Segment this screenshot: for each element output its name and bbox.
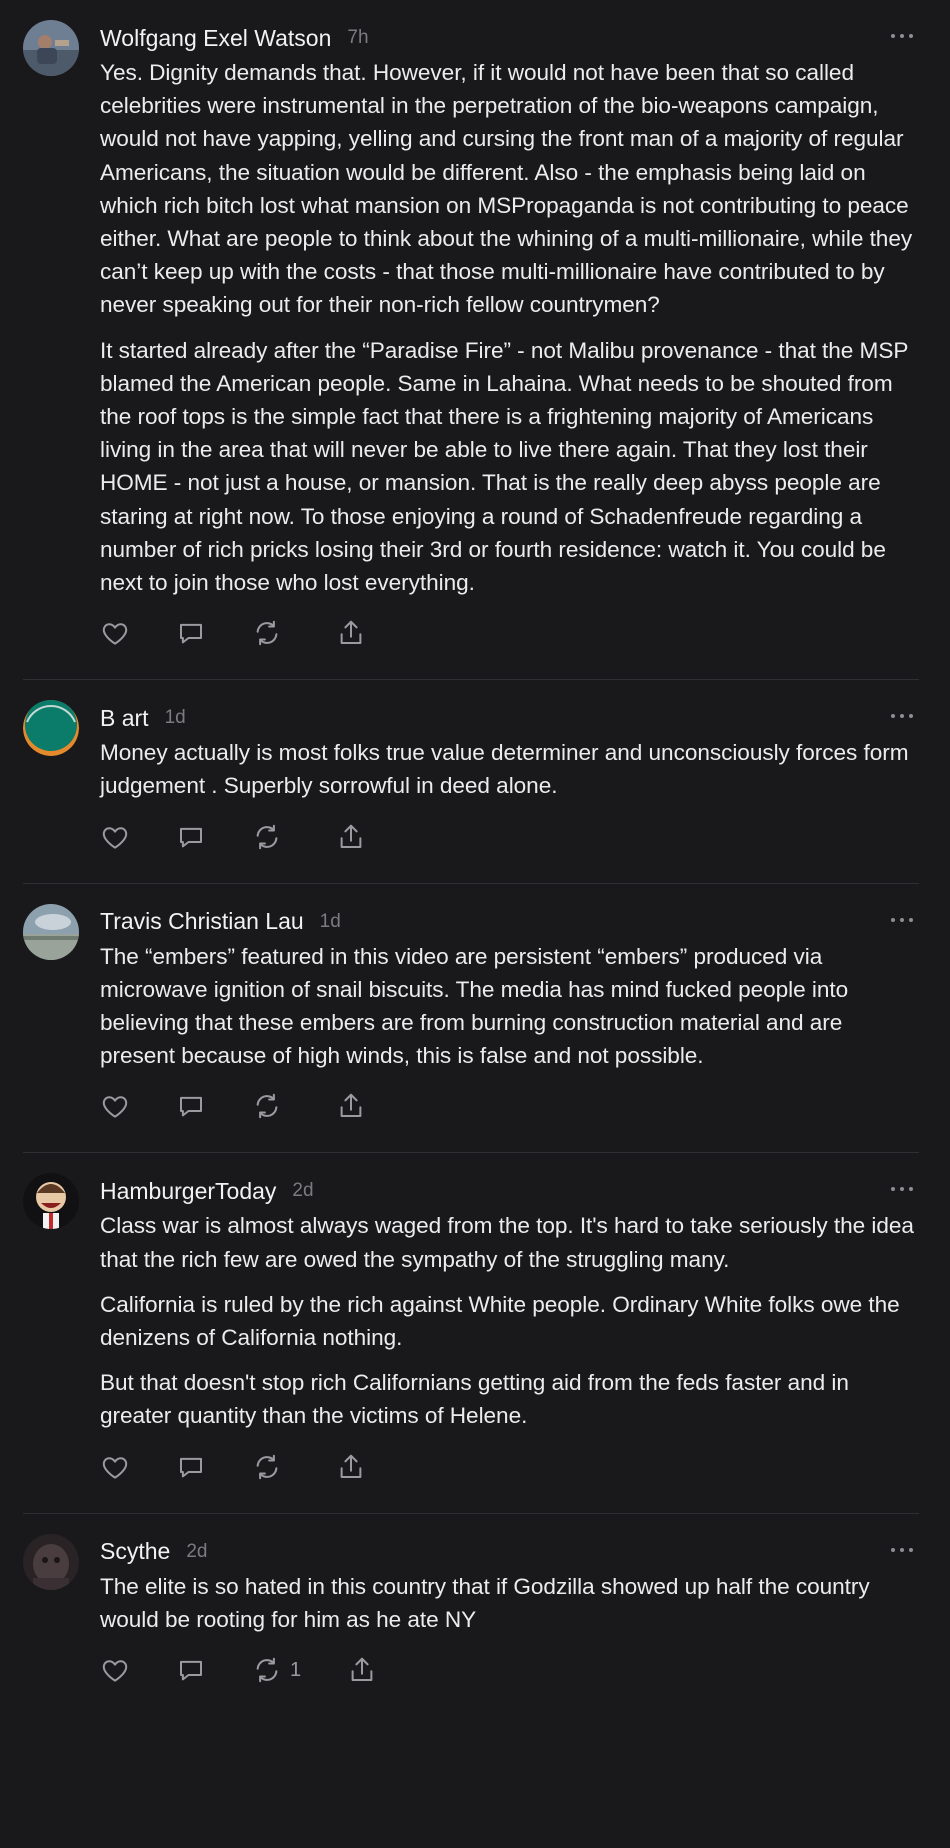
restack-count: 1 bbox=[290, 1658, 302, 1681]
restack-icon bbox=[256, 824, 278, 849]
heart-icon bbox=[102, 623, 128, 645]
reply-button[interactable] bbox=[176, 822, 206, 852]
avatar[interactable] bbox=[23, 1533, 79, 1590]
comment: Travis Christian Lau 1d The “embers” fea… bbox=[23, 884, 919, 1154]
like-button[interactable] bbox=[100, 1655, 130, 1685]
author-name[interactable]: Scythe bbox=[100, 1538, 170, 1565]
author-name[interactable]: Wolfgang Exel Watson bbox=[100, 25, 331, 52]
comment-text: Yes. Dignity demands that. However, if i… bbox=[100, 60, 913, 318]
like-button[interactable] bbox=[100, 822, 130, 852]
share-button[interactable] bbox=[336, 1091, 366, 1121]
comment-bubble-icon bbox=[180, 1097, 202, 1117]
heart-icon bbox=[102, 1456, 128, 1479]
comments-feed: Wolfgang Exel Watson 7h Yes. Dignity dem… bbox=[0, 0, 950, 1716]
avatar[interactable] bbox=[23, 700, 79, 757]
heart-icon bbox=[102, 826, 128, 849]
restack-icon bbox=[256, 1094, 278, 1119]
comment-text: It started already after the “Paradise F… bbox=[100, 337, 908, 596]
restack-button[interactable] bbox=[252, 822, 290, 852]
comment-header: HamburgerToday 2d bbox=[100, 1173, 919, 1209]
share-icon bbox=[340, 1094, 362, 1118]
comment-bubble-icon bbox=[180, 1660, 202, 1681]
comment-text: California is ruled by the rich against … bbox=[100, 1291, 900, 1351]
like-button[interactable] bbox=[100, 1091, 130, 1121]
comment: B art 1d Money actually is most folks tr… bbox=[23, 680, 919, 884]
share-button[interactable] bbox=[336, 618, 366, 648]
more-dots-icon[interactable] bbox=[891, 1546, 913, 1554]
comment-header: Travis Christian Lau 1d bbox=[100, 904, 919, 940]
action-bar bbox=[100, 817, 919, 883]
comment-text: Money actually is most folks true value … bbox=[100, 740, 909, 799]
restack-button[interactable] bbox=[252, 1452, 290, 1482]
restack-icon bbox=[256, 621, 278, 646]
comment-bubble-icon bbox=[180, 827, 202, 848]
author-name[interactable]: B art bbox=[100, 705, 149, 732]
action-bar bbox=[100, 613, 919, 679]
comment-text: The elite is so hated in this country th… bbox=[100, 1573, 870, 1632]
timestamp[interactable]: 1d bbox=[320, 911, 341, 933]
reply-button[interactable] bbox=[176, 1655, 206, 1685]
action-bar: 1 bbox=[100, 1650, 919, 1716]
comment: HamburgerToday 2d Class war is almost al… bbox=[23, 1153, 919, 1514]
comment-bubble-icon bbox=[180, 1457, 202, 1478]
comment: Wolfgang Exel Watson 7h Yes. Dignity dem… bbox=[23, 0, 919, 681]
avatar[interactable] bbox=[23, 1173, 79, 1230]
share-button[interactable] bbox=[336, 1452, 366, 1482]
share-icon bbox=[340, 1454, 362, 1478]
action-bar bbox=[100, 1086, 919, 1152]
timestamp[interactable]: 2d bbox=[186, 1541, 207, 1563]
author-name[interactable]: Travis Christian Lau bbox=[100, 908, 304, 935]
like-button[interactable] bbox=[100, 1452, 130, 1482]
comment-text: Class war is almost always waged from th… bbox=[100, 1213, 914, 1272]
comment-bubble-icon bbox=[180, 624, 202, 644]
heart-icon bbox=[102, 1660, 128, 1682]
share-icon bbox=[351, 1657, 373, 1682]
restack-button[interactable] bbox=[252, 1091, 290, 1121]
restack-button[interactable] bbox=[252, 618, 290, 648]
more-dots-icon[interactable] bbox=[891, 712, 913, 720]
comment-text: But that doesn't stop rich Californians … bbox=[100, 1370, 849, 1429]
comment: Scythe 2d The elite is so hated in this … bbox=[23, 1514, 919, 1716]
reply-button[interactable] bbox=[176, 618, 206, 648]
share-button[interactable] bbox=[347, 1655, 377, 1685]
restack-icon bbox=[256, 1454, 278, 1479]
comment-header: Scythe 2d bbox=[100, 1534, 919, 1570]
comment-header: B art 1d bbox=[100, 700, 919, 736]
restack-icon bbox=[256, 1657, 278, 1683]
comment-header: Wolfgang Exel Watson 7h bbox=[100, 20, 919, 56]
heart-icon bbox=[102, 1096, 128, 1119]
more-dots-icon[interactable] bbox=[891, 1185, 913, 1193]
avatar[interactable] bbox=[23, 903, 79, 960]
more-dots-icon[interactable] bbox=[891, 916, 913, 924]
avatar[interactable] bbox=[23, 20, 79, 76]
timestamp[interactable]: 7h bbox=[347, 27, 368, 49]
like-button[interactable] bbox=[100, 618, 130, 648]
author-name[interactable]: HamburgerToday bbox=[100, 1178, 276, 1205]
share-icon bbox=[340, 824, 362, 848]
share-icon bbox=[340, 621, 362, 645]
timestamp[interactable]: 1d bbox=[165, 707, 186, 729]
more-dots-icon[interactable] bbox=[891, 32, 913, 40]
restack-button[interactable]: 1 bbox=[252, 1655, 301, 1685]
timestamp[interactable]: 2d bbox=[292, 1180, 313, 1202]
comment-text: The “embers” featured in this video are … bbox=[100, 943, 849, 1069]
reply-button[interactable] bbox=[176, 1091, 206, 1121]
share-button[interactable] bbox=[336, 822, 366, 852]
action-bar bbox=[100, 1447, 919, 1513]
reply-button[interactable] bbox=[176, 1452, 206, 1482]
